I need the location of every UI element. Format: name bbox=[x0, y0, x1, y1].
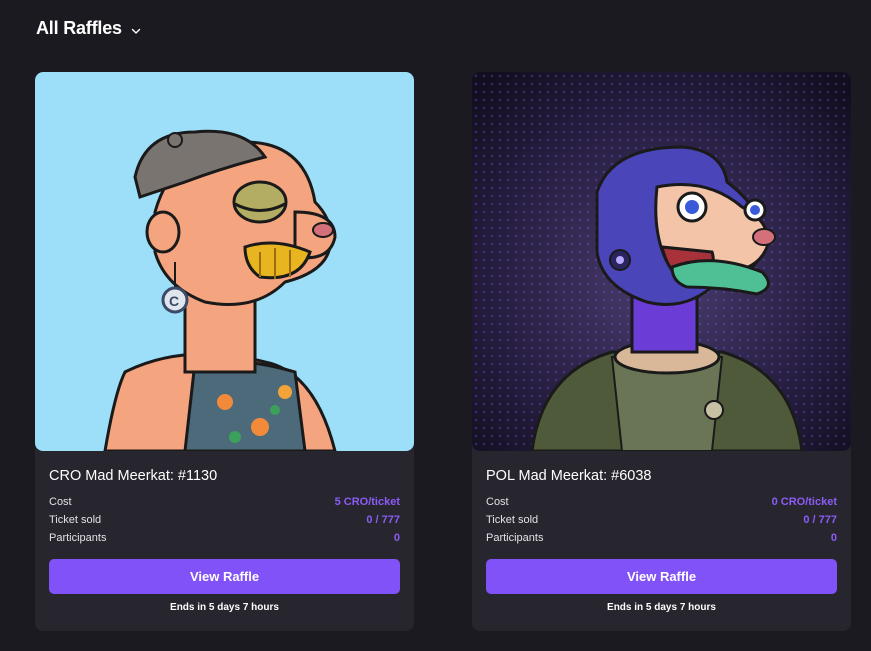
cost-label: Cost bbox=[486, 496, 509, 508]
raffle-stats: Cost 5 CRO/ticket Ticket sold 0 / 777 Pa… bbox=[49, 493, 400, 547]
ticket-sold-row: Ticket sold 0 / 777 bbox=[49, 511, 400, 529]
cost-value: 0 CRO/ticket bbox=[771, 496, 837, 508]
ticket-sold-value: 0 / 777 bbox=[803, 514, 837, 526]
raffle-card[interactable]: C CRO Mad Meerkat: #1130 Cost 5 CRO/tick… bbox=[35, 72, 414, 631]
nft-image[interactable]: C bbox=[35, 72, 414, 451]
view-raffle-button[interactable]: View Raffle bbox=[49, 559, 400, 594]
raffles-page: All Raffles C CRO Mad Meerkat: #1130 Cos… bbox=[0, 0, 871, 651]
cost-row: Cost 5 CRO/ticket bbox=[49, 493, 400, 511]
raffle-ends-text: Ends in 5 days 7 hours bbox=[607, 602, 716, 613]
ticket-sold-value: 0 / 777 bbox=[366, 514, 400, 526]
ticket-sold-row: Ticket sold 0 / 777 bbox=[486, 511, 837, 529]
raffle-ends-text: Ends in 5 days 7 hours bbox=[170, 602, 279, 613]
participants-value: 0 bbox=[393, 532, 400, 544]
raffle-stats: Cost 0 CRO/ticket Ticket sold 0 / 777 Pa… bbox=[486, 493, 837, 547]
view-raffle-button[interactable]: View Raffle bbox=[486, 559, 837, 594]
ticket-sold-label: Ticket sold bbox=[486, 514, 539, 526]
nft-image[interactable] bbox=[472, 72, 851, 451]
cost-value: 5 CRO/ticket bbox=[334, 496, 400, 508]
participants-label: Participants bbox=[49, 532, 107, 544]
raffle-card[interactable]: POL Mad Meerkat: #6038 Cost 0 CRO/ticket… bbox=[472, 72, 851, 631]
cost-row: Cost 0 CRO/ticket bbox=[486, 493, 837, 511]
page-title: All Raffles bbox=[36, 18, 122, 38]
raffles-filter-dropdown[interactable]: All Raffles bbox=[36, 18, 142, 39]
participants-label: Participants bbox=[486, 532, 544, 544]
participants-value: 0 bbox=[830, 532, 837, 544]
chevron-down-icon bbox=[130, 24, 142, 36]
cost-label: Cost bbox=[49, 496, 72, 508]
participants-row: Participants 0 bbox=[486, 529, 837, 547]
participants-row: Participants 0 bbox=[49, 529, 400, 547]
raffle-title: CRO Mad Meerkat: #1130 bbox=[49, 468, 218, 484]
raffle-title: POL Mad Meerkat: #6038 bbox=[486, 468, 652, 484]
ticket-sold-label: Ticket sold bbox=[49, 514, 102, 526]
svg-text:C: C bbox=[169, 293, 179, 309]
